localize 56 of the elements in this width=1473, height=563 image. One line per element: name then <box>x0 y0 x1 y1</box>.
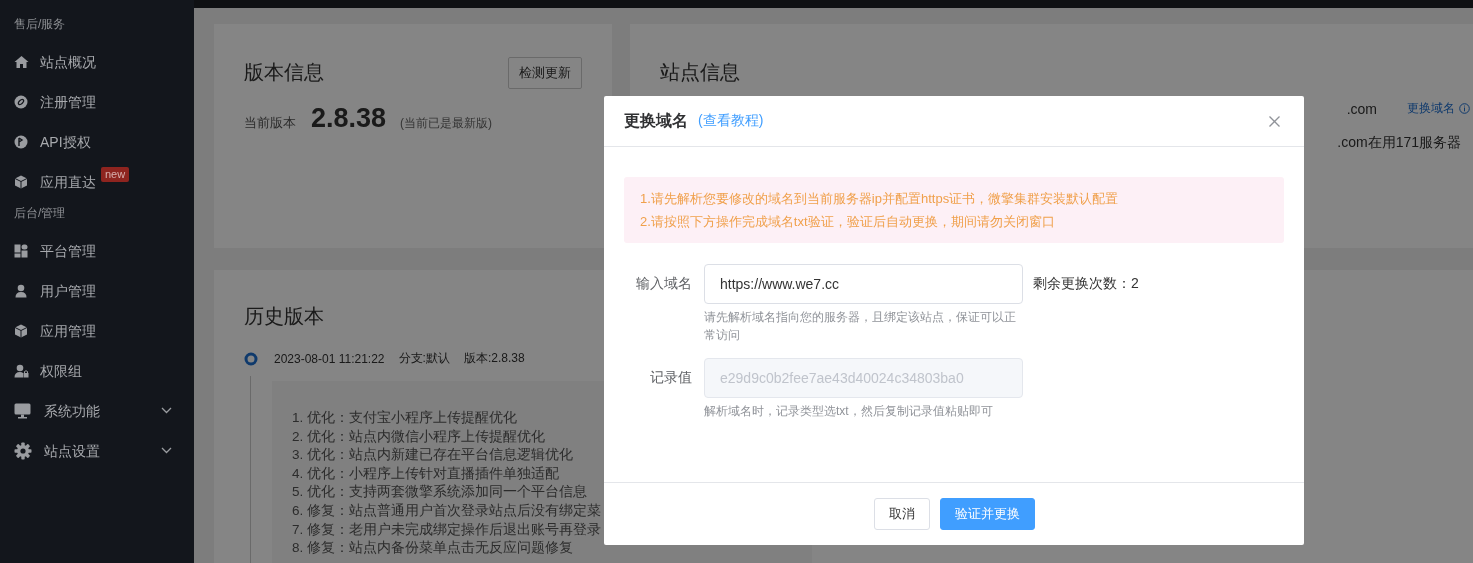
sidebar-item[interactable]: 权限组 <box>40 362 82 380</box>
site-domain: .com <box>1346 100 1377 117</box>
dashboard-icon <box>14 244 28 258</box>
check-update-button[interactable]: 检测更新 <box>508 57 582 89</box>
timeline-dot-icon <box>244 351 258 366</box>
changelog-line: 5. 优化：支持两套微擎系统添加同一个平台信息 <box>292 483 587 502</box>
server-note: .com在用171服务器 <box>1337 134 1461 152</box>
version-note: (当前已是最新版) <box>400 115 493 132</box>
sidebar-item[interactable]: API授权 <box>40 133 91 151</box>
card-title: 站点信息 <box>660 60 740 85</box>
cancel-button[interactable]: 取消 <box>873 498 930 530</box>
remaining-count: 剩余更换次数：2 <box>1033 275 1139 293</box>
changelog-line: 6. 修复：站点普通用户首次登录站点后没有绑定菜 <box>292 501 601 520</box>
entry-branch: 分支:默认 <box>398 350 450 367</box>
entry-date: 2023-08-01 11:21:22 <box>274 351 385 366</box>
field-label: 输入域名 <box>635 274 692 293</box>
changelog-line: 2. 优化：站点内微信小程序上传提醒优化 <box>292 427 545 446</box>
card-title: 版本信息 <box>244 60 324 85</box>
cube-icon <box>14 324 28 338</box>
changelog-line: 1. 优化：支付宝小程序上传提醒优化 <box>292 409 517 427</box>
dialog-title: 更换域名 <box>624 110 688 131</box>
notice-line: 2.请按照下方操作完成域名txt验证，验证后自动更换，期间请勿关闭窗口 <box>640 213 1056 231</box>
sidebar-item[interactable]: 用户管理 <box>40 282 96 300</box>
section-header: 后台/管理 <box>13 205 67 222</box>
info-icon <box>1459 103 1470 114</box>
cube-icon <box>14 175 28 189</box>
changelog-line: 4. 优化：小程序上传针对直播插件单独适配 <box>292 464 559 483</box>
section-header: 售后/服务 <box>13 16 67 33</box>
field-label: 记录值 <box>649 368 692 387</box>
field-help: 请先解析域名指向您的服务器，且绑定该站点，保证可以正常访问 <box>704 309 1017 344</box>
current-version-label: 当前版本 <box>244 114 296 132</box>
notice-line: 1.请先解析您要修改的域名到当前服务器ip并配置https证书，微擎集群安装默认配置 <box>640 190 1120 208</box>
user-icon <box>14 284 28 298</box>
sidebar-item[interactable]: 系统功能 <box>44 402 100 420</box>
input-field[interactable]: https://www.we7.cc <box>704 264 1023 304</box>
home-icon <box>14 55 29 69</box>
clock-icon <box>14 135 28 149</box>
sidebar-item[interactable]: 平台管理 <box>40 242 96 260</box>
monitor-icon <box>14 403 31 419</box>
sidebar-item[interactable]: 站点设置 <box>44 442 100 460</box>
new-badge: new <box>101 167 130 182</box>
sidebar-item[interactable]: 站点概况 <box>40 53 96 71</box>
changelog-line: 7. 修复：老用户未完成绑定操作后退出账号再登录 <box>292 520 601 539</box>
user-lock-icon <box>14 364 29 378</box>
sidebar-item[interactable]: 应用管理 <box>40 322 96 340</box>
card-title: 历史版本 <box>244 304 324 329</box>
settings-icon <box>14 442 32 460</box>
version-number: 2.8.38 <box>311 103 387 134</box>
close-icon[interactable] <box>1269 115 1280 127</box>
entry-version: 版本:2.8.38 <box>463 350 525 367</box>
changelog-line: 8. 修复：站点内备份菜单点击无反应问题修复 <box>292 539 573 558</box>
changelog-line: 3. 优化：站点内新建已存在平台信息逻辑优化 <box>292 446 573 465</box>
disc-icon <box>14 95 28 109</box>
sidebar-item[interactable]: 注册管理 <box>40 93 96 111</box>
field-help: 解析域名时，记录类型选txt，然后复制记录值粘贴即可 <box>704 403 994 420</box>
sidebar-item[interactable]: 应用直达 <box>40 173 96 191</box>
